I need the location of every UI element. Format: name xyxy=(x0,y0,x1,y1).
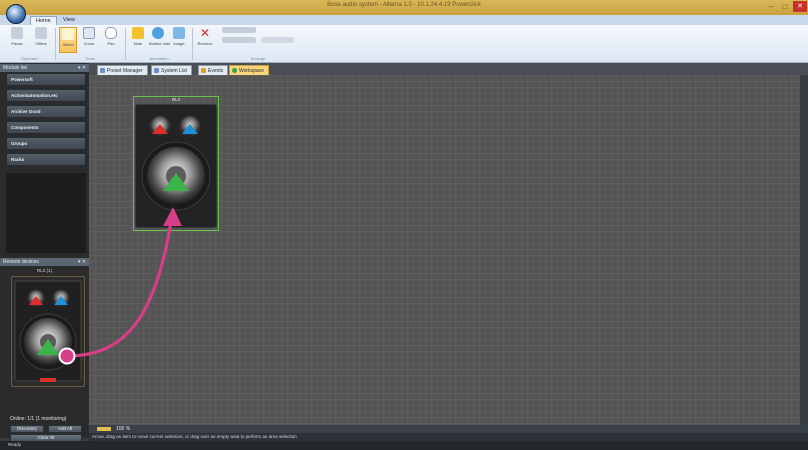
remote-speaker[interactable] xyxy=(14,280,82,382)
drag-start-dot xyxy=(58,347,76,365)
workspace-speaker[interactable] xyxy=(134,103,218,229)
status-bar: Ready xyxy=(0,441,808,450)
device-status-badge xyxy=(40,378,56,382)
graphics-overlay xyxy=(14,103,218,382)
horizontal-scroll-thumb[interactable] xyxy=(97,427,111,431)
workspace-status: Arrow, drag an item to move current sele… xyxy=(89,433,808,441)
status-text: Ready xyxy=(8,442,22,447)
horizontal-scroll-strip xyxy=(89,425,808,433)
zoom-level[interactable]: 100 % xyxy=(116,425,130,433)
app-menu-icon[interactable] xyxy=(6,4,26,24)
